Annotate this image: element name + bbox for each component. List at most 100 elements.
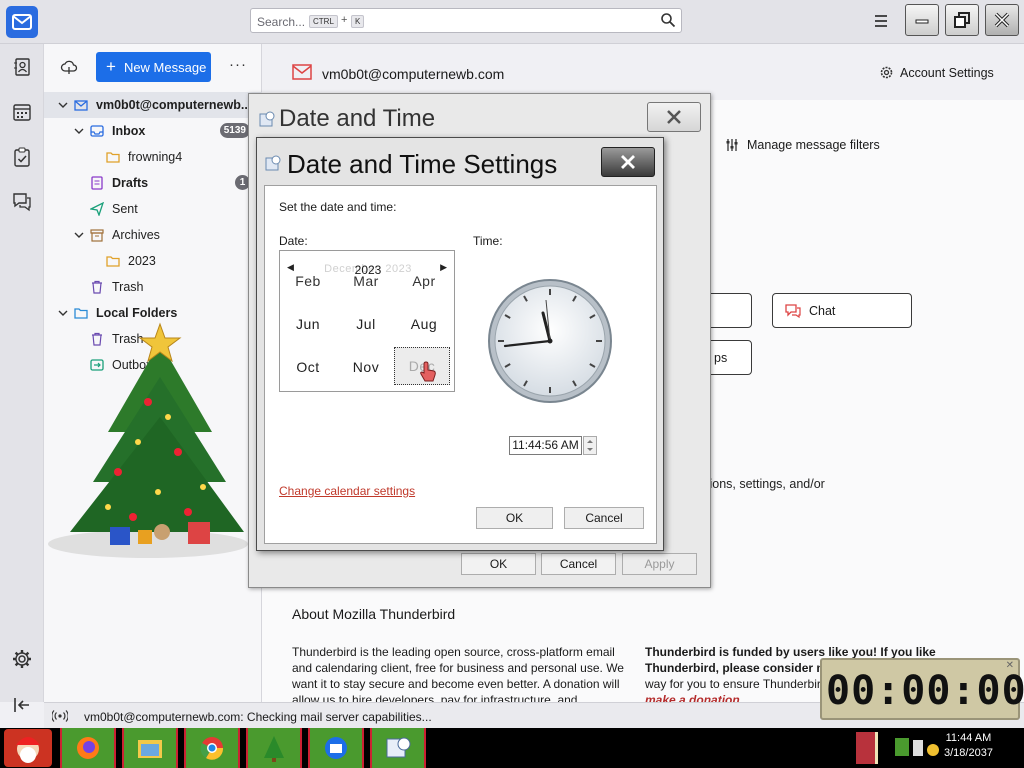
time-input[interactable]: 11:44:56 AM: [509, 436, 582, 455]
month-cell[interactable]: Jul: [338, 305, 394, 343]
address-book-icon[interactable]: [11, 56, 33, 78]
account-settings-button[interactable]: Account Settings: [879, 65, 994, 80]
folder-icon: [106, 152, 120, 163]
taskbar-tree[interactable]: [246, 728, 302, 768]
clock-time: 11:44 AM: [945, 732, 992, 744]
folder-frowning4[interactable]: frowning4: [44, 144, 262, 170]
taskbar-thunderbird[interactable]: [308, 728, 364, 768]
about-description: Thunderbird is the leading open source, …: [292, 645, 624, 707]
calendar-prev-arrow-icon[interactable]: ◀: [287, 262, 294, 273]
restore-button[interactable]: [945, 4, 979, 36]
month-cell[interactable]: Oct: [280, 348, 336, 386]
taskbar-firefox[interactable]: [60, 728, 116, 768]
datetime-dialog-icon: [259, 111, 275, 127]
tasks-icon[interactable]: [11, 146, 33, 168]
calendar-month-picker[interactable]: December, 2023 2023 ◀ ▶ Feb Mar Apr Jun …: [279, 250, 455, 392]
filter-sliders-icon: [726, 139, 738, 151]
christmas-tree-gadget: [48, 322, 248, 558]
dialog-close-button[interactable]: [601, 147, 655, 177]
firefox-icon: [77, 737, 99, 759]
email-account-icon: [74, 100, 88, 111]
taskbar-chrome[interactable]: [184, 728, 240, 768]
mail-icon: [292, 64, 312, 80]
hamburger-menu-icon[interactable]: [872, 12, 890, 30]
collapse-sidebar-icon[interactable]: [11, 694, 33, 716]
taskbar-clock[interactable]: 11:44 AM 3/18/2037: [944, 731, 993, 761]
inbox-icon: [90, 125, 104, 137]
minimize-button[interactable]: [905, 4, 939, 36]
sent-icon: [90, 202, 104, 216]
instruction-label: Set the date and time:: [279, 200, 397, 214]
close-icon: [994, 12, 1010, 28]
shortcut-key-k: K: [351, 15, 365, 28]
change-calendar-settings-link[interactable]: Change calendar settings: [279, 484, 415, 498]
search-icon[interactable]: [660, 12, 676, 28]
calendar-icon[interactable]: [11, 101, 33, 123]
title-bar: Search... CTRL + K: [0, 0, 1024, 44]
plus-icon: +: [106, 57, 116, 76]
taskbar-datetime[interactable]: [370, 728, 426, 768]
calendar-next-arrow-icon[interactable]: ▶: [440, 262, 447, 273]
outer-cancel-button[interactable]: Cancel: [541, 553, 616, 575]
month-cell[interactable]: Nov: [338, 348, 394, 386]
more-options-button[interactable]: ···: [229, 56, 247, 73]
chevron-down-icon: [58, 102, 68, 108]
account-email-title: vm0b0t@computernewb.com: [322, 66, 505, 82]
chat-setup-button[interactable]: Chat: [772, 293, 912, 328]
settings-gear-icon[interactable]: [11, 648, 33, 670]
dialog-close-button[interactable]: [647, 102, 701, 132]
search-input[interactable]: Search... CTRL + K: [250, 8, 682, 33]
calendar-clock-icon: [386, 737, 411, 758]
outer-apply-button[interactable]: Apply: [622, 553, 697, 575]
month-cell[interactable]: Feb: [280, 273, 336, 289]
chat-icon[interactable]: [11, 190, 33, 212]
show-desktop-strip[interactable]: [856, 732, 878, 764]
folder-label: 2023: [128, 254, 156, 268]
thunderbird-logo-icon[interactable]: [6, 6, 38, 38]
search-placeholder: Search...: [257, 15, 306, 29]
folder-2023[interactable]: 2023: [44, 248, 262, 274]
time-spinner-icon[interactable]: [583, 436, 597, 455]
folder-account[interactable]: vm0b0t@computernewb...: [44, 92, 262, 118]
manage-filters-label: Manage message filters: [747, 138, 880, 152]
christmas-tree-icon: [264, 736, 284, 762]
inbox-label: Inbox: [112, 124, 146, 138]
folder-drafts[interactable]: Drafts 1: [44, 170, 262, 196]
month-cell[interactable]: Jun: [280, 305, 336, 343]
dialog-body: Set the date and time: Date: Time: Decem…: [264, 185, 657, 544]
close-window-button[interactable]: [985, 4, 1019, 36]
month-cell[interactable]: Apr: [396, 273, 452, 289]
new-message-button[interactable]: + New Message: [96, 52, 211, 82]
santa-start-icon: [16, 737, 40, 763]
chat-bubble-icon: [785, 303, 801, 318]
folder-label: frowning4: [128, 150, 183, 164]
status-text: vm0b0t@computernewb.com: Checking mail s…: [84, 710, 432, 724]
outer-ok-button[interactable]: OK: [461, 553, 536, 575]
folder-trash[interactable]: Trash: [44, 274, 262, 300]
get-messages-cloud-icon[interactable]: [60, 58, 78, 76]
chrome-icon: [200, 737, 224, 760]
tray-icons[interactable]: [893, 734, 941, 762]
clock-date: 3/18/2037: [944, 747, 993, 759]
folder-archives[interactable]: Archives: [44, 222, 262, 248]
close-icon[interactable]: ✕: [1006, 660, 1014, 671]
inner-cancel-button[interactable]: Cancel: [564, 507, 644, 529]
folder-sent[interactable]: Sent: [44, 196, 262, 222]
month-cell[interactable]: Aug: [396, 305, 452, 343]
inner-ok-button[interactable]: OK: [476, 507, 553, 529]
button-fragment-label: ps: [714, 350, 728, 365]
online-status-icon[interactable]: [52, 709, 68, 723]
manage-filters-button[interactable]: Manage message filters: [725, 138, 880, 152]
drafts-label: Drafts: [112, 176, 149, 190]
account-settings-label: Account Settings: [900, 65, 994, 80]
local-folders-label: Local Folders: [96, 306, 178, 320]
gear-icon: [880, 66, 893, 79]
date-label: Date:: [279, 234, 308, 248]
start-button[interactable]: [4, 729, 52, 767]
chevron-down-icon: [58, 310, 68, 316]
timer-display: 00:00:00: [826, 668, 1024, 714]
chevron-down-icon: [74, 232, 84, 238]
month-cell[interactable]: Mar: [338, 273, 394, 289]
folder-inbox[interactable]: Inbox 5139: [44, 118, 262, 144]
taskbar-explorer[interactable]: [122, 728, 178, 768]
